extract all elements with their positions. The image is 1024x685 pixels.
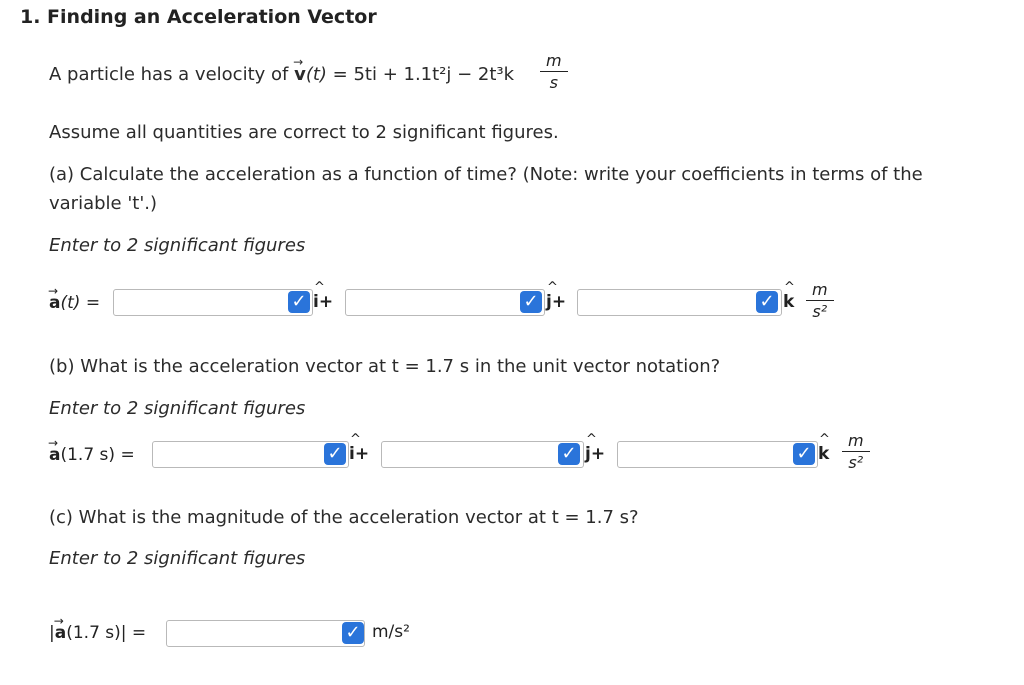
vector-arrow-icon: → — [293, 55, 304, 69]
part-a-question-line2: variable 't'.) — [49, 193, 158, 214]
part-a-question-line1: (a) Calculate the acceleration as a func… — [49, 164, 923, 185]
question-title: 1. Finding an Acceleration Vector — [20, 6, 377, 28]
part-a-hint: Enter to 2 significant figures — [49, 235, 306, 256]
checkmark-icon: ✓ — [793, 443, 815, 465]
part-a-label: → a(t) = — [48, 284, 101, 313]
vector-arrow-icon: → — [53, 614, 64, 628]
part-c-magnitude-input[interactable] — [166, 620, 365, 647]
checkmark-icon: ✓ — [558, 443, 580, 465]
vector-arrow-icon: → — [48, 284, 59, 298]
assumption-text: Assume all quantities are correct to 2 s… — [49, 122, 559, 143]
part-c-label: | → a(1.7 s)| = — [49, 614, 147, 643]
part-a-k-input[interactable] — [577, 289, 782, 316]
part-c-unit: m/s² — [372, 622, 410, 642]
part-a-j-unit: ^ j+ — [546, 280, 567, 312]
part-a-i-input[interactable] — [113, 289, 313, 316]
checkmark-icon: ✓ — [756, 291, 778, 313]
checkmark-icon: ✓ — [520, 291, 542, 313]
part-b-j-input[interactable] — [381, 441, 584, 468]
part-b-question: (b) What is the acceleration vector at t… — [49, 356, 721, 377]
velocity-symbol: → v — [293, 55, 306, 85]
part-a-i-unit: ^ i+ — [313, 280, 334, 312]
velocity-equation: = 5ti + 1.1t²j − 2t³k — [332, 64, 515, 85]
part-b-k-unit: ^ k — [818, 432, 830, 464]
velocity-arg: (t) — [305, 64, 327, 85]
part-c-hint: Enter to 2 significant figures — [49, 548, 306, 569]
checkmark-icon: ✓ — [288, 291, 310, 313]
part-c-question: (c) What is the magnitude of the acceler… — [49, 507, 639, 528]
velocity-unit: ms — [540, 52, 568, 92]
velocity-statement: A particle has a velocity of → v(t) = 5ti… — [49, 55, 515, 85]
part-b-hint: Enter to 2 significant figures — [49, 398, 306, 419]
part-b-label: → a(1.7 s) = — [48, 436, 135, 465]
part-b-accel-unit: m s² — [842, 432, 870, 472]
part-a-accel-unit: m s² — [806, 281, 834, 321]
part-b-j-unit: ^ j+ — [585, 432, 606, 464]
part-a-k-unit: ^ k — [783, 280, 795, 312]
velocity-prefix: A particle has a velocity of — [49, 64, 295, 85]
vector-arrow-icon: → — [48, 436, 59, 450]
checkmark-icon: ✓ — [342, 622, 364, 644]
checkmark-icon: ✓ — [324, 443, 346, 465]
part-b-i-unit: ^ i+ — [349, 432, 370, 464]
part-b-k-input[interactable] — [617, 441, 818, 468]
part-b-i-input[interactable] — [152, 441, 349, 468]
part-a-j-input[interactable] — [345, 289, 545, 316]
